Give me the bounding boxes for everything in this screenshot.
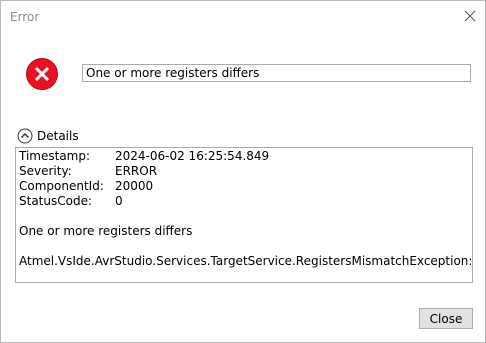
detail-key: ComponentId: [19,179,104,193]
window-close-button[interactable] [455,2,485,30]
close-button[interactable]: Close [419,308,473,329]
detail-value: 20000 [115,179,154,193]
error-message-text: One or more registers differs [86,66,260,80]
chevron-up-icon [17,128,33,144]
title-bar: Error [1,1,485,31]
detail-key: Timestamp: [19,149,91,163]
details-toggle[interactable]: Details [17,127,79,145]
window-title: Error [10,10,40,24]
detail-value: ERROR [115,164,158,178]
details-text-area[interactable]: Timestamp: 2024-06-02 16:25:54.849 Sever… [15,147,473,283]
details-label: Details [37,129,79,143]
detail-exception: Atmel.VsIde.AvrStudio.Services.TargetSer… [19,254,473,268]
error-dialog: Error One or more registers differs Deta… [0,0,486,343]
detail-description: One or more registers differs [19,224,193,238]
detail-value: 0 [115,194,123,208]
close-icon [464,10,476,22]
detail-key: StatusCode: [19,194,93,208]
detail-value: 2024-06-02 16:25:54.849 [115,149,270,163]
detail-key: Severity: [19,164,72,178]
error-icon [26,58,58,90]
error-message-field: One or more registers differs [82,64,471,82]
